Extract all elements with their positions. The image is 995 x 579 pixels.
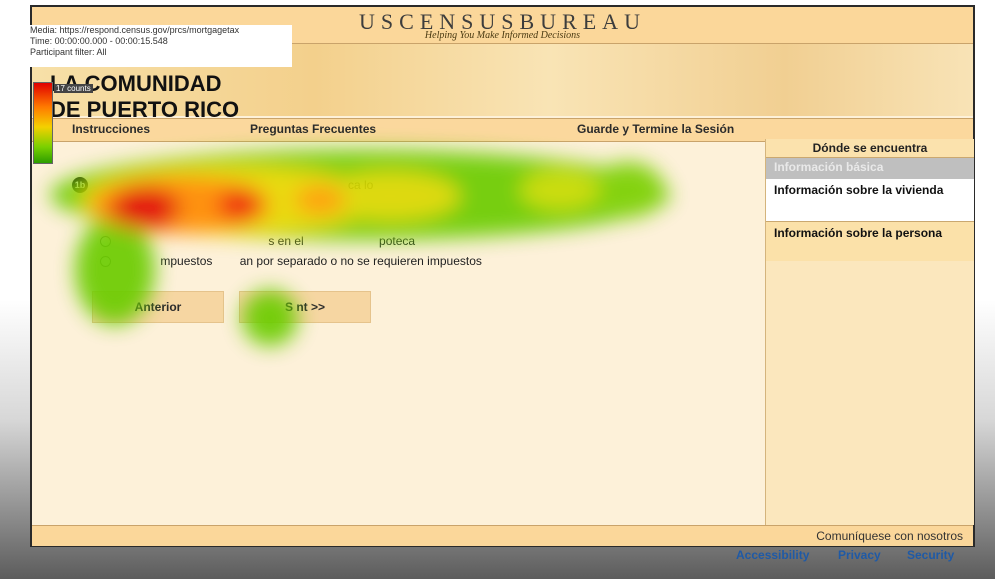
answer-option-1: s en el poteca [100, 234, 415, 248]
question-area: 1b ca lo s en el poteca mpuestos an por … [32, 139, 765, 525]
answer-2-label-tail: an por separado o no se requieren impues… [239, 254, 482, 268]
accessibility-link[interactable]: Accessibility [736, 548, 809, 562]
media-url-text: Media: https://respond.census.gov/prcs/m… [30, 25, 240, 35]
answer-option-2: mpuestos an por separado o no se requier… [100, 254, 482, 268]
heatmap-legend-counts: 17 counts [54, 84, 93, 93]
answer-2-radio[interactable] [100, 256, 111, 268]
time-range-text: Time: 00:00:00.000 - 00:00:15.548 [30, 36, 168, 46]
brand-logo-text: LA COMUNIDAD DE PUERTO RICO [50, 71, 239, 123]
answer-1-radio[interactable] [100, 236, 111, 248]
question-text: ca lo [144, 178, 373, 192]
participant-filter-text: Participant filter: All [30, 47, 107, 57]
heatmap-legend-bar [33, 82, 53, 164]
footer-bar: Comuníquese con nosotros [32, 525, 973, 546]
answer-1-label-tail: poteca [379, 234, 416, 248]
progress-sidebar: Dónde se encuentra Información básica In… [765, 139, 974, 525]
security-link[interactable]: Security [907, 548, 954, 562]
sidebar-item-basic-info: Información básica [766, 158, 974, 179]
sidebar-item-housing-info[interactable]: Información sobre la vivienda [766, 179, 974, 221]
privacy-link[interactable]: Privacy [838, 548, 881, 562]
answer-1-label: s en el [268, 234, 304, 248]
nav-faq-link[interactable]: Preguntas Frecuentes [250, 122, 376, 136]
survey-page: USCENSUSBUREAU Helping You Make Informed… [30, 5, 975, 547]
recording-metadata: Media: https://respond.census.gov/prcs/m… [28, 25, 292, 67]
next-button[interactable]: S nt >> [239, 291, 371, 323]
answer-2-label: mpuestos [160, 254, 213, 268]
sidebar-item-person-info[interactable]: Información sobre la persona [766, 221, 974, 261]
question-number-badge: 1b [72, 177, 88, 193]
sidebar-heading: Dónde se encuentra [766, 139, 974, 158]
nav-instructions-link[interactable]: Instrucciones [72, 122, 150, 136]
nav-save-exit-link[interactable]: Guarde y Termine la Sesión [577, 122, 734, 136]
question-text-fragment: ca lo [348, 178, 374, 192]
previous-button[interactable]: Anterior [92, 291, 224, 323]
contact-us-link[interactable]: Comuníquese con nosotros [816, 529, 963, 543]
